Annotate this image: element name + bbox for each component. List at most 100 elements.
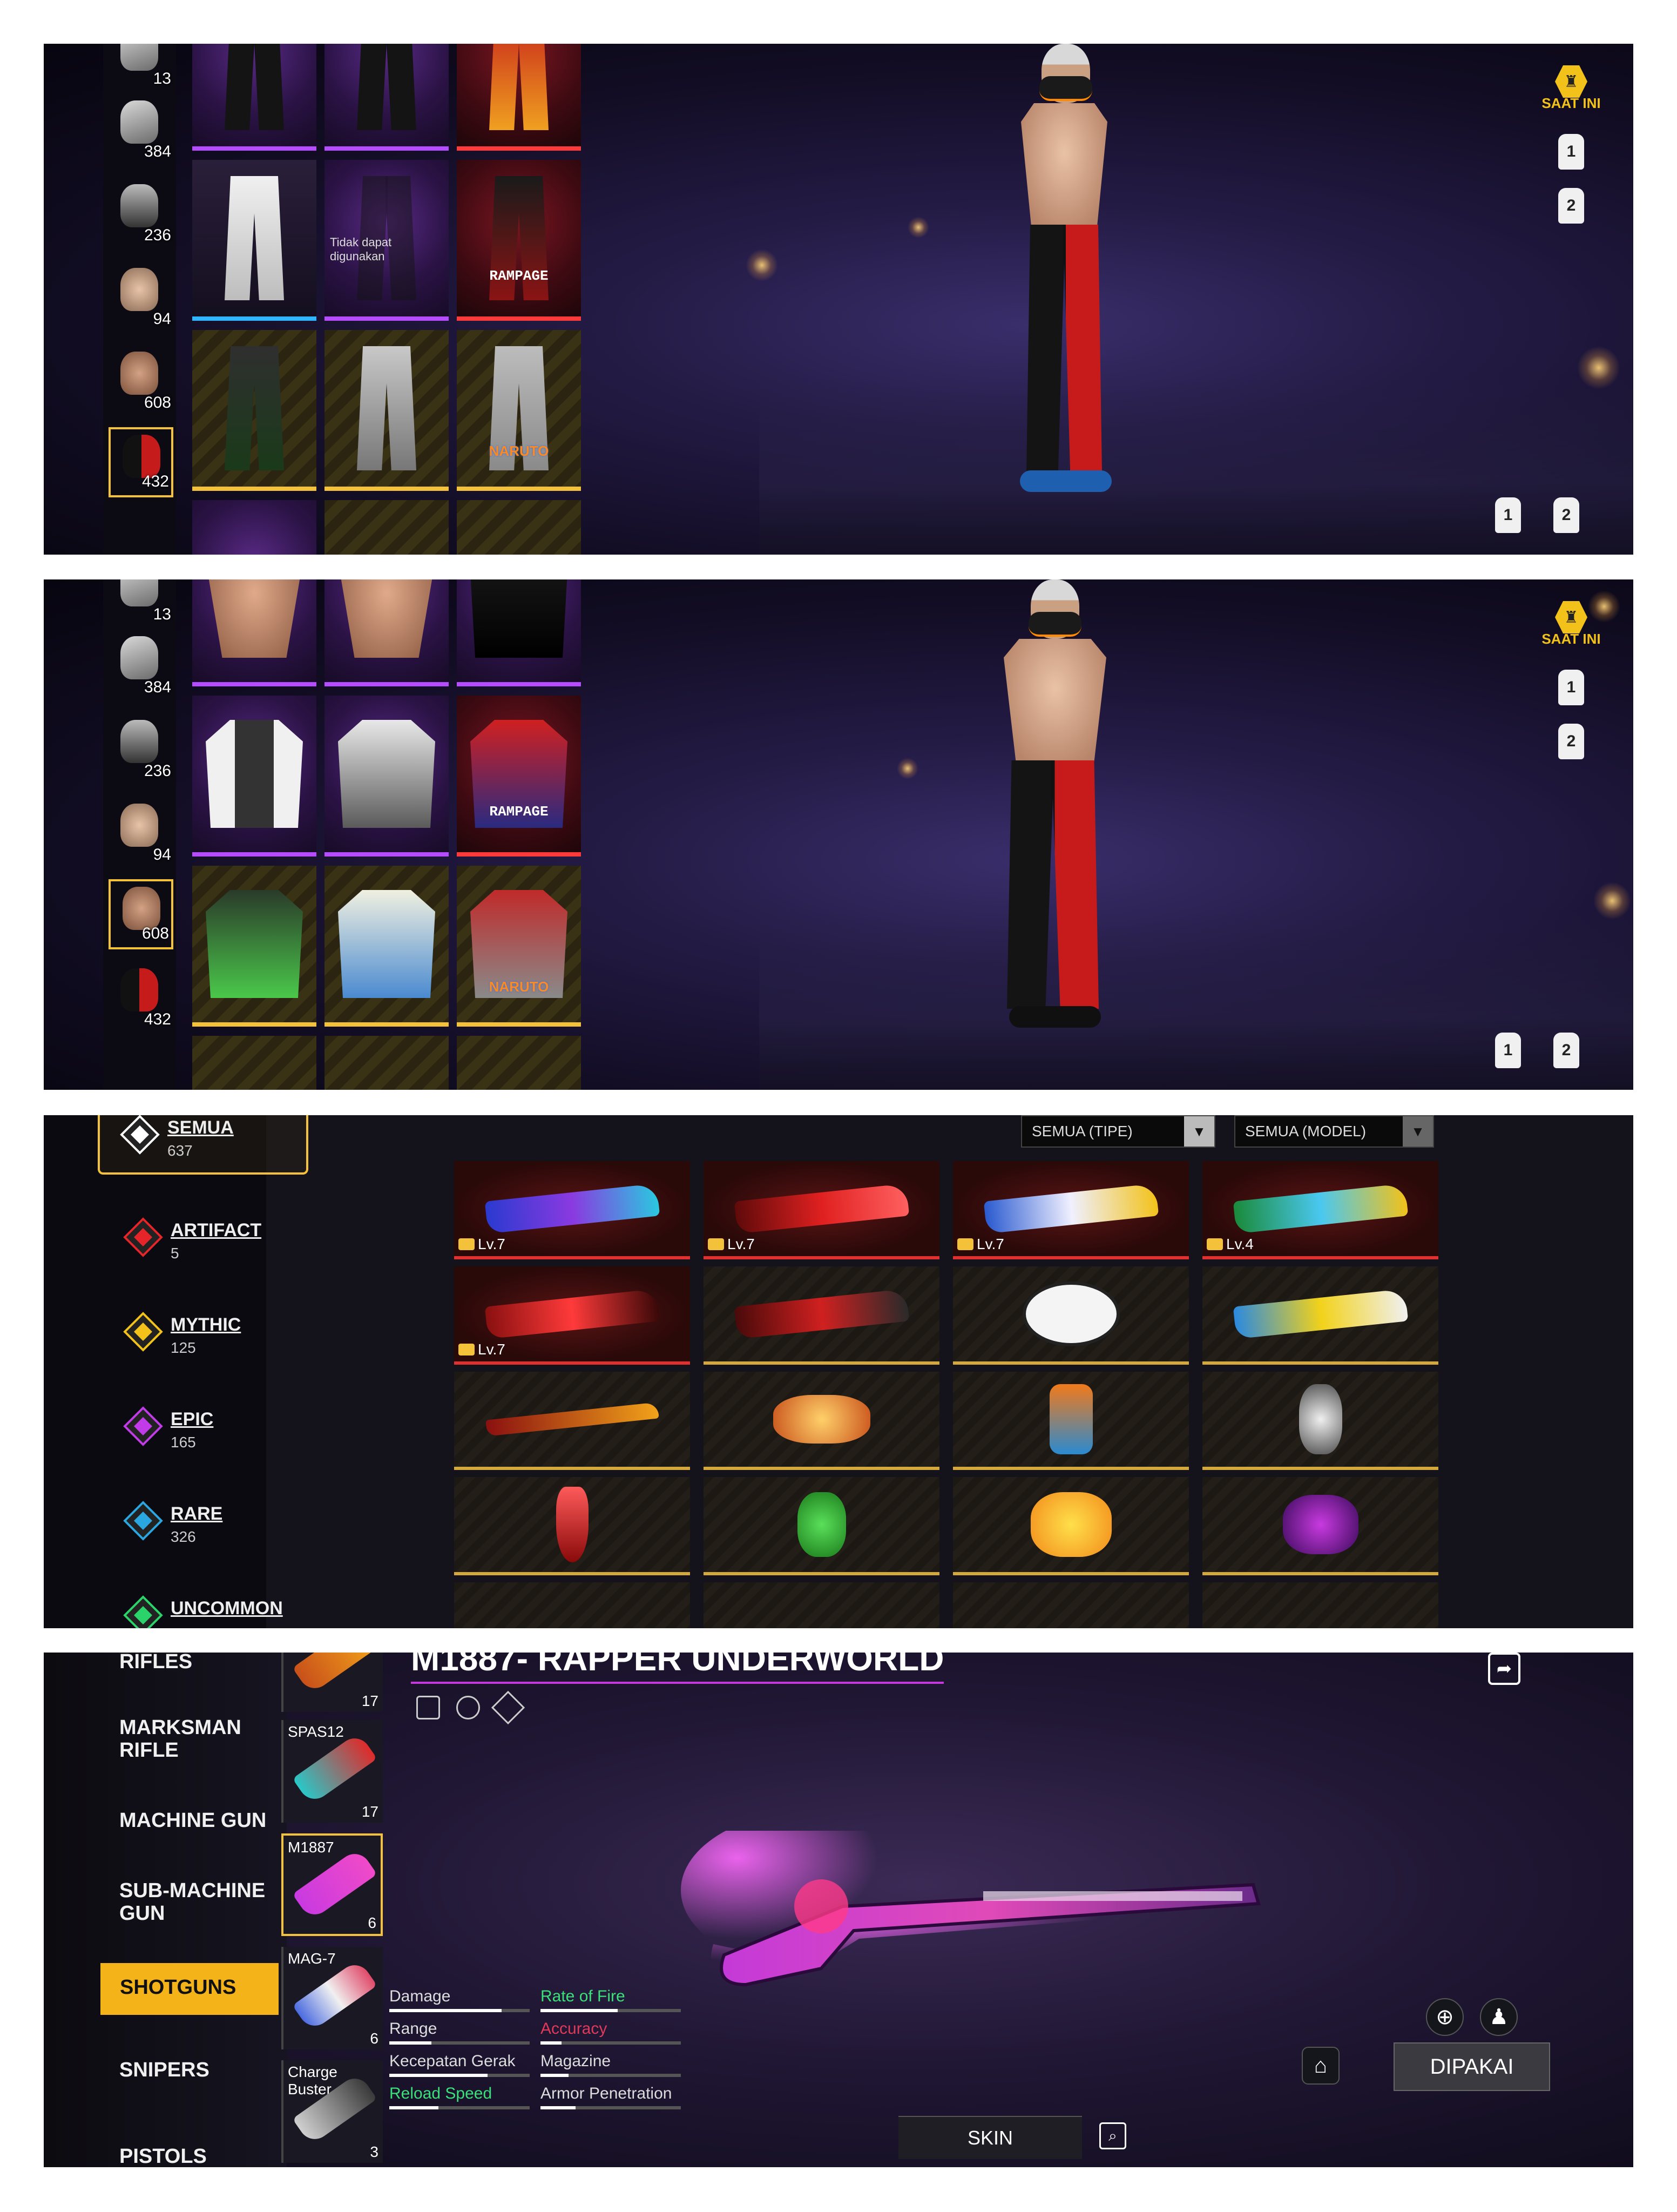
rarity-mythic[interactable]: MYTHIC 125 (103, 1307, 314, 1372)
item-tile[interactable]: NARUTO (457, 330, 581, 491)
item-tile[interactable] (192, 696, 316, 857)
category-mask[interactable]: 236 (109, 714, 173, 785)
item-tile[interactable]: RAMPAGE (457, 696, 581, 857)
weapon-tile[interactable] (1202, 1582, 1438, 1628)
category-pistols[interactable]: PISTOLS (119, 2145, 207, 2167)
weapon-tile[interactable] (454, 1477, 690, 1575)
mannequin-icon[interactable]: 1 (1495, 497, 1521, 533)
weapon-tile[interactable] (1202, 1477, 1438, 1575)
character-icon[interactable]: ♟ (1480, 1998, 1518, 2036)
item-tile[interactable] (324, 330, 449, 491)
zoom-icon[interactable]: ⊕ (1426, 1998, 1464, 2036)
character-avatar[interactable] (1005, 44, 1113, 551)
item-tile[interactable] (324, 500, 449, 555)
category-mask[interactable]: 236 (109, 179, 173, 249)
weapon-tile[interactable] (454, 1372, 690, 1470)
weapon-list-item[interactable]: 17 (281, 1653, 383, 1712)
weapon-tile[interactable]: Lv.7 (454, 1161, 690, 1259)
item-tile[interactable] (192, 160, 316, 321)
weapon-tile[interactable] (704, 1477, 939, 1575)
category-shotguns-selected[interactable]: SHOTGUNS (100, 1963, 279, 2015)
item-tile[interactable] (324, 579, 449, 686)
bottom-presets: 1 2 (1495, 497, 1579, 533)
category-hair[interactable]: 384 (109, 95, 173, 165)
weapon-tile[interactable]: Lv.7 (704, 1161, 939, 1259)
level-icon (1207, 1238, 1223, 1250)
item-tile[interactable] (457, 44, 581, 151)
category-hair[interactable]: 384 (109, 631, 173, 701)
current-preset-button[interactable]: ♜ SAAT INI (1541, 55, 1601, 111)
category-top[interactable]: 608 (109, 346, 173, 416)
weapon-list-item[interactable]: Charge Buster 3 (281, 2060, 383, 2163)
weapon-tile[interactable] (1202, 1372, 1438, 1470)
weapon-tile[interactable] (704, 1266, 939, 1365)
weapon-tile[interactable] (1202, 1266, 1438, 1365)
weapon-list-item[interactable]: SPAS12 17 (281, 1720, 383, 1823)
item-tile[interactable] (324, 696, 449, 857)
skin-search-icon[interactable]: ⌕ (1099, 2122, 1126, 2149)
rarity-count: 165 (171, 1434, 196, 1451)
model-filter-dropdown[interactable]: SEMUA (MODEL) ▼ (1234, 1115, 1434, 1148)
item-tile[interactable] (324, 866, 449, 1027)
weapon-tile[interactable]: Lv.7 (454, 1266, 690, 1365)
category-face[interactable]: 94 (109, 262, 173, 333)
weapon-tile[interactable] (454, 1582, 690, 1628)
item-tile[interactable] (192, 44, 316, 151)
item-tile[interactable] (192, 866, 316, 1027)
item-tile[interactable] (192, 330, 316, 491)
mannequin-icon[interactable]: 1 (1495, 1033, 1521, 1068)
category-item[interactable]: 13 (109, 579, 173, 628)
weapon-tile[interactable] (953, 1266, 1189, 1365)
item-tile[interactable] (457, 579, 581, 686)
mannequin-icon[interactable]: 2 (1553, 497, 1579, 533)
equip-button[interactable]: DIPAKAI (1394, 2042, 1550, 2091)
item-tile[interactable] (324, 1036, 449, 1090)
weapon-list-item[interactable]: MAG-7 6 (281, 1947, 383, 2049)
item-tile[interactable] (457, 1036, 581, 1090)
category-bottom[interactable]: 432 (109, 963, 173, 1033)
category-marksman[interactable]: MARKSMAN RIFLE (119, 1716, 287, 1762)
rarity-artifact[interactable]: ARTIFACT 5 (103, 1212, 314, 1277)
rarity-all[interactable]: SEMUA 637 (98, 1115, 308, 1175)
character-avatar[interactable] (994, 579, 1106, 1087)
item-tile[interactable] (192, 500, 316, 555)
share-icon[interactable]: ➦ (1488, 1653, 1520, 1685)
rarity-rare[interactable]: RARE 326 (103, 1496, 314, 1561)
preset-1-button[interactable]: 1 (1541, 660, 1601, 714)
preset-1-button[interactable]: 1 (1541, 125, 1601, 179)
rarity-epic[interactable]: EPIC 165 (103, 1401, 314, 1466)
weapon-tile[interactable] (953, 1582, 1189, 1628)
category-machine-gun[interactable]: MACHINE GUN (119, 1809, 266, 1832)
category-face[interactable]: 94 (109, 798, 173, 868)
type-filter-dropdown[interactable]: SEMUA (TIPE) ▼ (1021, 1115, 1215, 1148)
skin-tab[interactable]: SKIN (898, 2116, 1082, 2159)
item-tile[interactable] (324, 44, 449, 151)
weapon-thumb (292, 1847, 377, 1921)
category-top-selected[interactable]: 608 (109, 879, 173, 949)
current-preset-button[interactable]: ♜ SAAT INI (1541, 590, 1601, 647)
category-rifles[interactable]: RIFLES (119, 1653, 192, 1673)
rarity-label: UNCOMMON (171, 1598, 283, 1618)
weapon-tile[interactable]: Lv.7 (953, 1161, 1189, 1259)
home-icon[interactable]: ⌂ (1302, 2047, 1340, 2085)
weapon-tile[interactable] (953, 1477, 1189, 1575)
category-smg[interactable]: SUB-MACHINE GUN (119, 1879, 287, 1925)
weapon-tile[interactable] (953, 1372, 1189, 1470)
weapon-tile[interactable] (704, 1582, 939, 1628)
item-tile[interactable]: NARUTO (457, 866, 581, 1027)
weapon-tile[interactable] (704, 1372, 939, 1470)
item-tile[interactable] (192, 579, 316, 686)
category-item[interactable]: 13 (109, 44, 173, 92)
mannequin-icon[interactable]: 2 (1553, 1033, 1579, 1068)
category-bottom-selected[interactable]: 432 (109, 427, 173, 497)
weapon-list-item-selected[interactable]: M1887 6 (281, 1833, 383, 1936)
item-tile-unusable[interactable]: Tidak dapat digunakan (324, 160, 449, 321)
item-tile[interactable] (192, 1036, 316, 1090)
category-snipers[interactable]: SNIPERS (119, 2059, 209, 2081)
item-tile[interactable] (457, 500, 581, 555)
rarity-uncommon[interactable]: UNCOMMON (103, 1590, 314, 1628)
item-tile[interactable]: RAMPAGE (457, 160, 581, 321)
weapon-tile[interactable]: Lv.4 (1202, 1161, 1438, 1259)
preset-2-button[interactable]: 2 (1541, 714, 1601, 768)
preset-2-button[interactable]: 2 (1541, 179, 1601, 233)
